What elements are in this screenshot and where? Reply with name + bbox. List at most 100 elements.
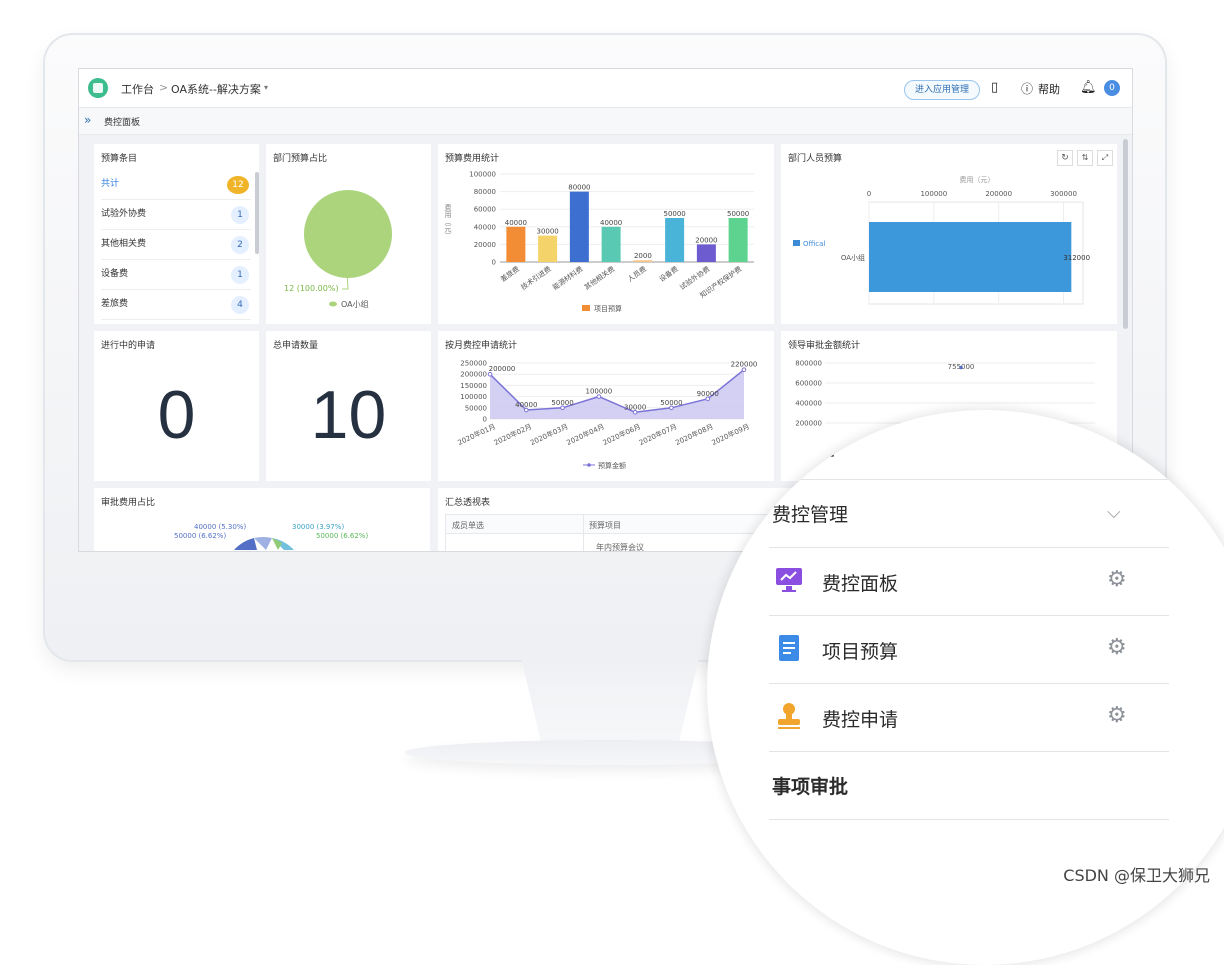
gear-icon[interactable]: ⚙ <box>1107 567 1127 592</box>
budget-item-total[interactable]: 共计 12 <box>101 170 251 200</box>
count-badge: 1 <box>231 266 249 284</box>
point-value-label: 200000 <box>489 365 516 373</box>
y-tick-label: 80000 <box>474 188 496 196</box>
budget-item[interactable]: 差旅费 4 <box>101 290 251 320</box>
x-tick-label: 其他相关费 <box>582 264 616 291</box>
bar[interactable] <box>538 235 558 262</box>
x-tick-label: 2020年01月 <box>456 422 497 447</box>
x-tick-label: 技术引进费 <box>519 264 553 291</box>
slice-label: 50000 (6.62%) <box>316 532 368 540</box>
list-item-label: 设备费 <box>101 269 129 279</box>
legend-label[interactable]: OA小组 <box>341 299 369 309</box>
y-tick-label: 200000 <box>460 371 487 379</box>
bar[interactable] <box>869 222 1072 292</box>
budget-item[interactable]: 设备费 1 <box>101 260 251 290</box>
tab-dashboard[interactable]: 费控面板 <box>104 115 140 128</box>
list-scrollbar[interactable] <box>255 172 259 254</box>
y-tick-label: 20000 <box>474 241 496 249</box>
page-scrollbar[interactable] <box>1123 139 1128 329</box>
breadcrumb-workbench[interactable]: 工作台 <box>121 81 154 97</box>
x-tick-label: 2020年06月 <box>601 422 642 447</box>
budget-items-panel: 预算条目 共计 12 试验外协费 1 其他相关费 2 设备费 1 差旅费 4 <box>94 144 259 324</box>
menu-item-label: 费控申请 <box>822 709 899 731</box>
legend-label[interactable]: 项目预算 <box>594 304 622 313</box>
bar[interactable] <box>665 218 685 262</box>
bar-value-label: 40000 <box>600 219 622 227</box>
point-value-label: 220000 <box>731 361 758 369</box>
data-point[interactable] <box>959 365 963 370</box>
menu-group-expense-control[interactable]: 费控管理 <box>772 500 848 527</box>
chevron-down-icon[interactable]: ⌵ <box>1107 502 1121 523</box>
enter-app-management-button[interactable]: 进入应用管理 <box>904 80 980 100</box>
point-value-label: 40000 <box>515 401 537 409</box>
pie-slice[interactable] <box>304 190 392 278</box>
bar[interactable] <box>506 226 526 262</box>
bar[interactable] <box>728 218 748 262</box>
gear-icon[interactable]: ⚙ <box>1107 703 1127 728</box>
help-icon[interactable]: ⓘ <box>1021 80 1033 97</box>
bell-icon[interactable]: 🔔︎ <box>1080 80 1097 95</box>
budget-item[interactable]: 试验外协费 1 <box>101 200 251 230</box>
x-tick-label: 2020年02月 <box>492 422 533 447</box>
sidebar-toggle-icon[interactable]: » <box>84 113 91 127</box>
donut-slice[interactable] <box>254 536 272 550</box>
slice-label: 30000 (3.97%) <box>292 523 344 531</box>
donut-slice[interactable] <box>234 538 257 550</box>
breadcrumb-app[interactable]: OA系统--解决方案 <box>171 81 261 97</box>
bar-value-label: 30000 <box>536 228 558 236</box>
list-item-label: 其他相关费 <box>101 239 147 249</box>
y-tick-label: 200000 <box>795 420 822 428</box>
bar-value-label: 50000 <box>663 210 685 218</box>
point-value-label: 100000 <box>585 388 612 396</box>
budget-item[interactable]: 其他相关费 2 <box>101 230 251 260</box>
x-tick-label: 2020年03月 <box>529 422 570 447</box>
approval-share-panel: 审批费用占比 40000 (5.30%) 50000 (6.62%) 30000… <box>94 488 430 551</box>
x-tick-label: 2020年04月 <box>565 422 606 447</box>
top-bar: 工作台 > OA系统--解决方案 ▾ 进入应用管理 ▯ ⓘ 帮助 🔔︎ 0 <box>79 69 1132 108</box>
y-tick-label: 60000 <box>474 206 496 214</box>
panel-title: 总申请数量 <box>273 341 319 351</box>
help-label[interactable]: 帮助 <box>1038 81 1060 97</box>
slice-label: 50000 (6.62%) <box>174 532 226 540</box>
bar-value-label: 40000 <box>505 219 527 227</box>
bar[interactable] <box>569 191 589 262</box>
legend-label[interactable]: Offical <box>803 240 825 248</box>
count-badge: 4 <box>231 296 249 314</box>
chevron-down-icon[interactable]: ▾ <box>264 83 268 92</box>
staff-budget-panel: 部门人员预算 ↻ ⇅ ⤢ 费用（元） Offical OA小组 0 100000 2… <box>781 144 1117 324</box>
tablet-icon[interactable]: ▯ <box>991 80 998 95</box>
column-header[interactable]: 成员单选 <box>452 520 484 531</box>
y-tick-label: 40000 <box>474 223 496 231</box>
count-badge: 12 <box>227 176 249 194</box>
slice-label: 40000 (5.30%) <box>194 523 246 531</box>
menu-item-expense-dashboard[interactable]: 费控面板 ⚙ <box>707 547 1224 615</box>
y-tick-label: 0 <box>483 416 487 424</box>
avatar[interactable]: 0 <box>1104 80 1120 96</box>
bar[interactable] <box>633 260 653 262</box>
menu-item-approvals[interactable]: 事项审批 <box>772 772 848 799</box>
legend-marker-dot <box>587 463 591 467</box>
dept-share-panel: 部门预算占比 12 (100.00%) OA小组 <box>266 144 431 324</box>
bar[interactable] <box>601 226 621 262</box>
bar-value-label: 80000 <box>568 184 590 192</box>
menu-item-expense-request[interactable]: 费控申请 ⚙ <box>707 683 1224 751</box>
list-item-label: 试验外协费 <box>101 209 147 219</box>
approval-share-chart: 40000 (5.30%) 50000 (6.62%) 30000 (3.97%… <box>174 523 368 550</box>
divider <box>769 751 1169 752</box>
bar-value-label: 312000 <box>1063 254 1090 262</box>
app-logo-icon[interactable] <box>88 78 108 98</box>
breadcrumb-separator: > <box>159 81 169 94</box>
count-badge: 1 <box>231 206 249 224</box>
pie-slice-label: 12 (100.00%) <box>284 284 339 293</box>
legend-label[interactable]: 预算金额 <box>598 461 626 470</box>
gear-icon[interactable]: ⚙ <box>1107 635 1127 660</box>
point-value-label: 90000 <box>697 390 719 398</box>
x-tick-label: 人员费 <box>626 264 648 283</box>
menu-item-vehicle-management[interactable]: 车管理 <box>777 434 834 461</box>
staff-budget-chart: 费用（元） Offical OA小组 0 100000 200000 300000 31… <box>793 175 1090 305</box>
menu-item-project-budget[interactable]: 项目预算 ⚙ <box>707 615 1224 683</box>
column-header[interactable]: 预算项目 <box>589 520 621 531</box>
bar[interactable] <box>696 244 716 262</box>
total-requests-panel: 总申请数量 10 <box>266 331 431 481</box>
total-count: 10 <box>310 377 387 453</box>
